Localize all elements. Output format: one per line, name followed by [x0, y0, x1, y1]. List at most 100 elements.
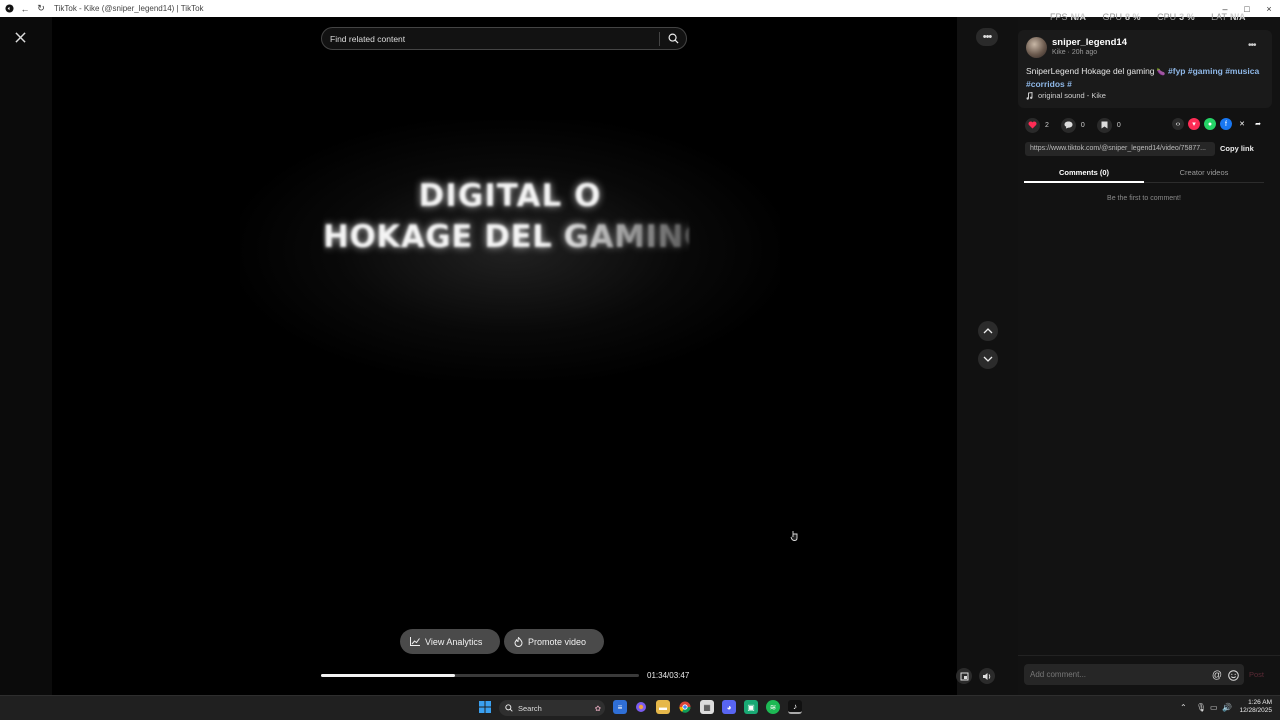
copy-link-button[interactable]: Copy link — [1220, 144, 1254, 153]
clock-time: 1:26 AM — [1248, 699, 1272, 706]
share-arrow-icon[interactable]: ➦ — [1252, 118, 1264, 130]
nav-icons: ← ↻ — [0, 3, 46, 14]
tray-chevron-up-icon[interactable]: ⌃ — [1180, 703, 1187, 712]
save-button[interactable] — [1096, 117, 1112, 133]
notepad-icon[interactable]: ≡ — [613, 700, 627, 714]
screen: ← ↻ TikTok - Kike (@sniper_legend14) | T… — [0, 0, 1280, 720]
hashtag-fyp[interactable]: #fyp — [1168, 66, 1185, 76]
microphone-icon[interactable]: 🎙 — [1196, 703, 1206, 712]
chevron-up-icon — [983, 328, 993, 334]
heart-icon — [1028, 121, 1037, 129]
reload-icon[interactable]: ↻ — [36, 3, 46, 14]
view-analytics-button[interactable]: View Analytics — [400, 629, 500, 654]
emoji-icon[interactable] — [1227, 669, 1239, 681]
store-icon[interactable]: ▦ — [700, 700, 714, 714]
video-time: 01:34/03:47 — [647, 671, 690, 680]
x-icon[interactable]: ✕ — [1236, 118, 1248, 130]
left-gutter — [0, 17, 52, 695]
stat-cpu-value: 3 % — [1179, 12, 1195, 22]
comments-empty-message: Be the first to comment! — [1107, 195, 1181, 202]
share-options: ‹› ▾ ● f ✕ ➦ — [1172, 118, 1264, 130]
search-icon — [668, 33, 679, 44]
windows-start-icon[interactable] — [478, 700, 492, 714]
mouse-cursor-icon — [790, 530, 799, 544]
search-bar[interactable]: Find related content — [321, 27, 687, 50]
mini-player-icon — [960, 672, 968, 680]
tiktok-icon[interactable]: ♪ — [788, 700, 802, 714]
more-horizontal-icon: ••• — [982, 31, 993, 43]
post-comment-button[interactable]: Post — [1249, 670, 1264, 679]
video-overlay-line1: DIGITAL O — [418, 178, 602, 214]
stat-lat-value: N/A — [1229, 12, 1246, 22]
whatsapp-icon[interactable]: ● — [1204, 118, 1216, 130]
copilot-icon[interactable] — [634, 700, 648, 714]
author-subline: Kike · 20h ago — [1052, 49, 1098, 56]
volume-icon — [983, 672, 991, 680]
sound-link[interactable]: original sound - Kike — [1026, 91, 1106, 100]
video-link-field[interactable]: https://www.tiktok.com/@sniper_legend14/… — [1025, 142, 1215, 156]
promote-video-button[interactable]: Promote video — [504, 629, 604, 654]
facebook-icon[interactable]: f — [1220, 118, 1232, 130]
search-button[interactable] — [660, 27, 686, 50]
caption-emoji: 🍆 — [1156, 69, 1166, 76]
comment-count: 0 — [1080, 121, 1085, 129]
volume-button[interactable] — [979, 668, 995, 684]
stat-lat-label: LAT — [1211, 12, 1227, 22]
video-overlay-text: DIGITAL O HOKAGE DEL GAMING — [320, 178, 700, 260]
view-analytics-label: View Analytics — [425, 636, 483, 647]
repost-icon[interactable]: ▾ — [1188, 118, 1200, 130]
chrome-icon[interactable] — [678, 700, 692, 714]
floating-player-button[interactable] — [956, 668, 972, 684]
taskbar-clock[interactable]: 1:26 AM 12/28/2025 — [1236, 699, 1272, 715]
spotify-icon[interactable]: ≋ — [766, 700, 780, 714]
taskbar-search-icon — [505, 704, 513, 712]
author-more-button[interactable]: ••• — [1248, 40, 1256, 51]
hashtag-musica[interactable]: #musica — [1225, 66, 1259, 76]
hashtag-corridos[interactable]: #corridos — [1026, 79, 1065, 89]
close-video-button[interactable] — [10, 27, 30, 47]
next-video-button[interactable] — [978, 349, 998, 369]
stat-fps-label: FPS — [1050, 12, 1068, 22]
previous-video-button[interactable] — [978, 321, 998, 341]
tab-active-indicator — [1024, 181, 1144, 183]
music-note-icon — [1026, 91, 1033, 100]
stat-cpu-label: CPU — [1157, 12, 1177, 22]
hashtag-gaming[interactable]: #gaming — [1188, 66, 1223, 76]
speaker-icon[interactable]: 🔊 — [1222, 703, 1232, 712]
stat-gpu-value: 8 % — [1125, 12, 1141, 22]
clock-date: 12/28/2025 — [1239, 707, 1272, 714]
flame-icon — [514, 636, 523, 647]
app-icon — [4, 4, 14, 14]
video-progress-fill — [321, 674, 455, 677]
tab-creator-videos[interactable]: Creator videos — [1144, 168, 1264, 177]
taskbar-search[interactable]: Search ✿ — [499, 700, 605, 716]
embed-code-icon[interactable]: ‹› — [1172, 118, 1184, 130]
author-username[interactable]: sniper_legend14 — [1052, 37, 1127, 48]
comment-button[interactable] — [1060, 117, 1076, 133]
back-arrow-icon[interactable]: ← — [20, 4, 30, 14]
stat-fps-value: N/A — [1070, 12, 1087, 22]
sound-label: original sound - Kike — [1038, 91, 1106, 100]
mention-icon[interactable]: @ — [1211, 669, 1223, 681]
close-icon — [14, 31, 26, 43]
network-icon[interactable]: ▭ — [1210, 703, 1218, 712]
hashtag-empty[interactable]: # — [1067, 79, 1072, 89]
video-progress-bar[interactable] — [321, 674, 639, 677]
search-input[interactable]: Find related content — [322, 34, 659, 44]
tab-comments[interactable]: Comments (0) — [1024, 168, 1144, 177]
file-explorer-icon[interactable]: ▬ — [656, 700, 670, 714]
bookmark-icon — [1101, 121, 1108, 129]
more-options-button[interactable]: ••• — [976, 28, 998, 46]
video-overlay-line2: HOKAGE DEL GAMING — [323, 219, 689, 255]
save-count: 0 — [1116, 121, 1121, 129]
window-title: TikTok - Kike (@sniper_legend14) | TikTo… — [54, 4, 204, 13]
comment-icon — [1064, 121, 1073, 129]
performance-overlay: FPS N/A GPU 8 % CPU 3 % LAT N/A — [1050, 12, 1280, 23]
analytics-icon — [410, 637, 420, 646]
gaming-app-icon[interactable]: ▣ — [744, 700, 758, 714]
like-button[interactable] — [1025, 117, 1040, 133]
caption-text: SniperLegend Hokage del gaming — [1026, 66, 1155, 76]
avatar[interactable] — [1026, 37, 1047, 58]
discord-icon[interactable]: ◕ — [722, 700, 736, 714]
engagement-actions: 2 0 0 — [1025, 117, 1133, 133]
